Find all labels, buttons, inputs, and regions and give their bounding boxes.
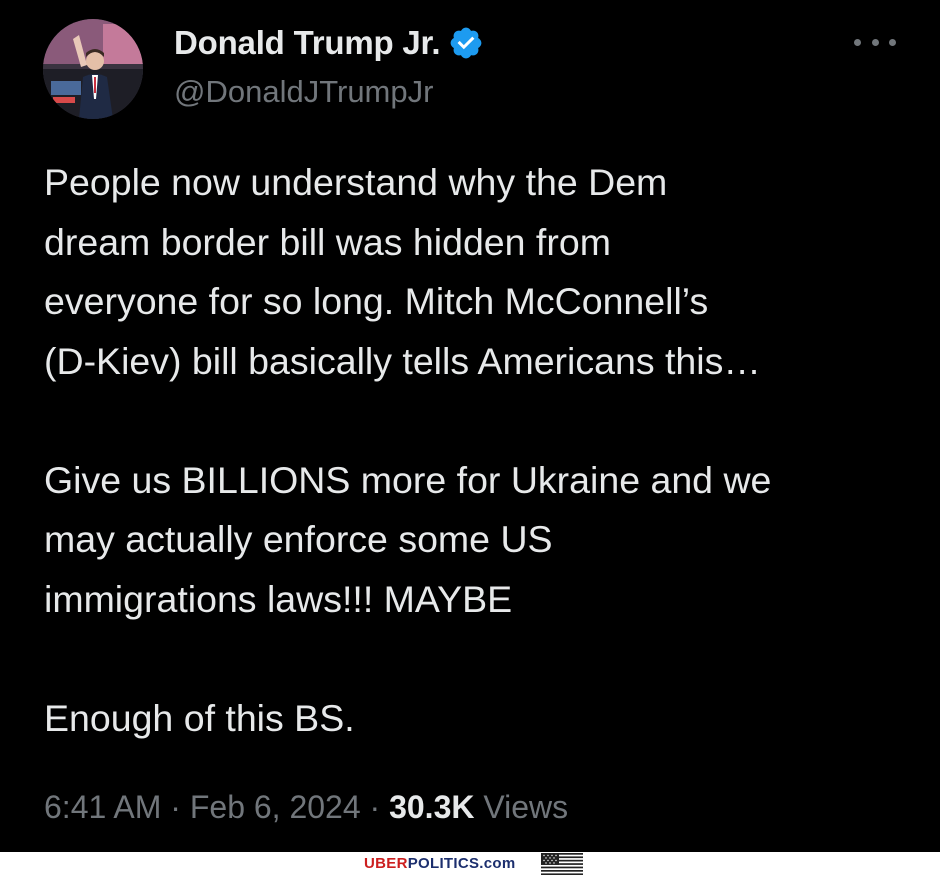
verified-badge-icon[interactable] — [448, 25, 484, 61]
author-name-row: Donald Trump Jr. — [174, 22, 484, 64]
tweet-line: (D-Kiev) bill basically tells Americans … — [44, 339, 761, 382]
author-handle[interactable]: @DonaldJTrumpJr — [174, 74, 433, 110]
tweet-meta: 6:41 AM · Feb 6, 2024 · 30.3K Views — [44, 789, 568, 826]
avatar-photo — [43, 19, 143, 119]
more-dot — [871, 38, 879, 46]
tweet-text: People now understand why the Dem dream … — [44, 153, 924, 748]
watermark-footer: UBERPOLITICS.com — [0, 852, 940, 876]
more-dot — [854, 38, 861, 46]
tweet-line: Give us BILLIONS more for Ukraine and we — [44, 458, 772, 501]
views-count[interactable]: 30.3K — [389, 789, 483, 825]
tweet-card: Donald Trump Jr. @DonaldJTrumpJr People … — [0, 0, 940, 852]
brand-blue-text: POLITICS.com — [407, 855, 516, 872]
tweet-date[interactable]: Feb 6, 2024 — [190, 789, 361, 825]
us-flag-icon — [541, 853, 583, 875]
tweet-line: everyone for so long. Mitch McConnell’s — [44, 280, 709, 322]
views-label: Views — [483, 789, 569, 825]
brand-red-text: UBER — [364, 855, 408, 872]
tweet-line: People now understand why the Dem — [44, 161, 668, 203]
tweet-line: immigrations laws!!! MAYBE — [44, 577, 513, 620]
more-dot — [889, 38, 896, 46]
tweet-line: may actually enforce some US — [44, 518, 553, 560]
site-watermark: UBERPOLITICS.com — [364, 854, 515, 874]
tweet-line: Enough of this BS. — [44, 696, 355, 739]
tweet-time[interactable]: 6:41 AM — [44, 789, 161, 825]
meta-separator: · — [170, 789, 190, 825]
tweet-line: dream border bill was hidden from — [44, 220, 611, 263]
author-display-name[interactable]: Donald Trump Jr. — [174, 24, 441, 62]
more-options-icon[interactable] — [854, 30, 896, 54]
meta-separator: · — [369, 789, 390, 825]
avatar[interactable] — [43, 19, 143, 119]
